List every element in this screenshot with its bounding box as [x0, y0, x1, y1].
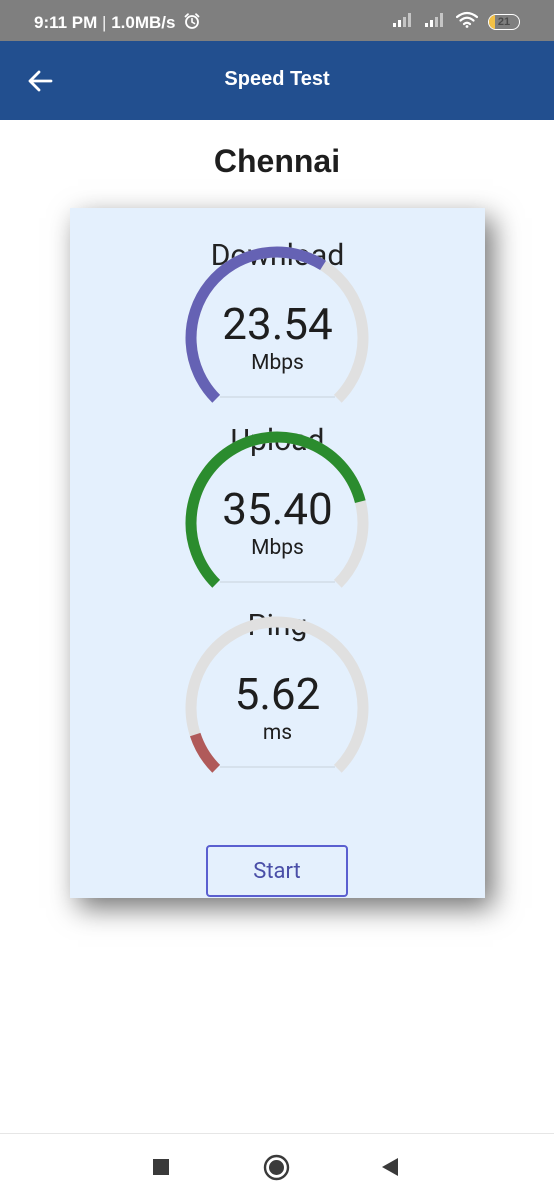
download-value: 23.54 [222, 298, 333, 350]
status-time-group: 9:11 PM | 1.0MB/s [34, 12, 201, 35]
city-title: Chennai [213, 143, 341, 179]
gauge-download: Download 23.54 Mbps [70, 238, 485, 418]
upload-value: 35.40 [222, 483, 333, 535]
status-separator: | [102, 12, 107, 32]
speed-test-card: Download 23.54 Mbps Upload 35.40 Mbps Pi… [70, 208, 485, 898]
ping-unit: ms [262, 721, 293, 745]
home-button[interactable] [263, 1154, 290, 1185]
gauge-underline [220, 581, 335, 583]
app-title: Speed Test [224, 68, 330, 90]
navigation-bar [0, 1134, 554, 1200]
app-bar: Speed Test [0, 41, 554, 120]
circle-icon [263, 1154, 290, 1181]
signal-strength-icon [392, 12, 414, 33]
recents-button[interactable] [152, 1158, 170, 1180]
signal-strength-2-icon [424, 12, 446, 33]
gauge-underline [220, 396, 335, 398]
alarm-clock-icon [183, 12, 201, 35]
battery-level: 21 [497, 16, 511, 28]
upload-unit: Mbps [251, 536, 304, 560]
gauge-underline [220, 766, 335, 768]
status-bar: 9:11 PM | 1.0MB/s 21 [0, 0, 554, 41]
start-button[interactable]: Start [206, 845, 348, 897]
square-icon [153, 1159, 169, 1175]
network-speed: 1.0MB/s [111, 12, 176, 32]
download-unit: Mbps [251, 351, 304, 375]
system-back-button[interactable] [380, 1157, 400, 1181]
status-time: 9:11 PM [34, 12, 98, 32]
gauge-ping: Ping 5.62 ms [70, 608, 485, 788]
battery-icon: 21 [488, 14, 520, 30]
triangle-back-icon [382, 1158, 398, 1176]
ping-value: 5.62 [234, 668, 321, 720]
wifi-icon [455, 11, 479, 33]
gauge-upload: Upload 35.40 Mbps [70, 423, 485, 603]
battery-fill [489, 15, 496, 29]
status-icons: 21 [392, 11, 520, 33]
